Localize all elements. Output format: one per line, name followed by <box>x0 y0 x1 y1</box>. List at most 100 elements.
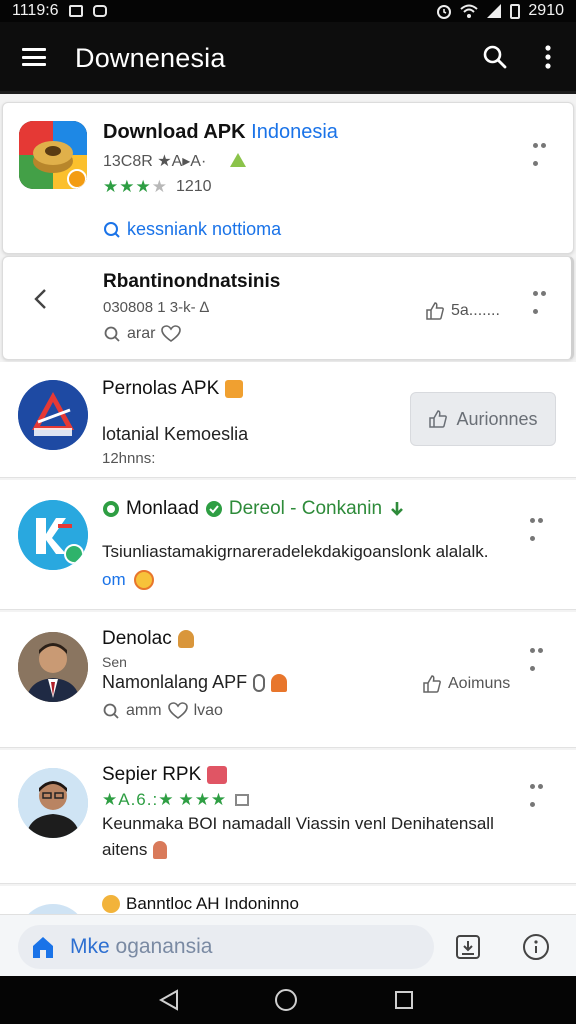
app-title: Downenesia <box>75 43 226 73</box>
thumbs-up-icon <box>426 302 444 320</box>
user-photo <box>18 768 88 838</box>
post-body-tail-text: aitens <box>102 840 148 859</box>
post-title-text: Monlaad <box>126 498 199 519</box>
hamburger-menu-icon[interactable] <box>22 48 46 66</box>
app-notification-icon <box>92 5 107 17</box>
post-meta: Sen <box>102 654 127 670</box>
heart-icon[interactable] <box>167 702 188 720</box>
downloads-icon[interactable] <box>454 933 482 961</box>
like-action[interactable]: Aoimuns <box>422 674 510 694</box>
like-action[interactable]: 5a....... <box>425 301 500 321</box>
post-meta: 12hnns: <box>102 450 156 467</box>
action-label: amm <box>126 702 162 719</box>
more-options-icon[interactable] <box>530 640 552 671</box>
post-body-tail: om <box>102 570 154 590</box>
status-bar: 1119:6 2910 <box>0 0 576 22</box>
app-logo-graphic <box>18 500 88 570</box>
search-icon <box>103 703 119 719</box>
image-icon <box>235 794 250 806</box>
home-icon[interactable] <box>30 934 56 960</box>
info-icon[interactable] <box>521 932 551 962</box>
post-title: Denolac <box>102 628 194 650</box>
post-body: Tsiunliastamakigrnareradelekdakigoanslon… <box>102 542 489 561</box>
like-count: Aoimuns <box>448 675 511 692</box>
thumbs-up-icon <box>429 410 448 428</box>
overflow-menu-icon[interactable] <box>544 45 552 69</box>
pernolas-app-avatar <box>18 380 88 450</box>
search-pill-text: Mke oganansia <box>70 935 212 959</box>
post-body-tail-text: om <box>102 570 126 589</box>
rating-count: 1210 <box>175 178 212 195</box>
post-title-text: Banntloc AH Indoninno <box>126 894 299 913</box>
action-label: arar <box>127 325 156 342</box>
post-title: Monlaad Dereol - Conkanin <box>102 498 406 520</box>
search-icon[interactable] <box>482 44 508 70</box>
post-title: Pernolas APK <box>102 378 244 400</box>
post-link[interactable]: kessniank nottioma <box>103 219 281 240</box>
more-options-icon[interactable] <box>533 283 555 314</box>
wifi-icon <box>460 4 479 18</box>
post-card-banntloc[interactable]: Banntloc AH Indoninno <box>0 886 576 914</box>
post-title-accent: Indonesia <box>251 121 338 143</box>
feed: Download APK Indonesia 13C8R ★A▸A· ★★★★ … <box>0 94 576 914</box>
recents-icon[interactable] <box>394 990 414 1010</box>
user-avatar <box>18 768 88 838</box>
user-photo <box>18 632 88 702</box>
post-title-text: Denolac <box>102 628 172 649</box>
post-title: Rbantinondnatsinis <box>103 271 281 292</box>
more-options-icon[interactable] <box>530 776 552 807</box>
search-link-icon <box>104 221 120 238</box>
follow-button-label: Aurionnes <box>456 408 538 429</box>
app-bar: Downenesia <box>0 22 576 94</box>
back-icon[interactable] <box>158 989 180 1011</box>
post-rating: ★A.6.:★ ★★★ <box>102 790 250 810</box>
emoji-icon <box>102 895 120 913</box>
comment-action[interactable]: amm lvao <box>102 702 223 720</box>
post-title-text: Sepier RPK <box>102 764 202 785</box>
post-card-monlaad[interactable]: Monlaad Dereol - Conkanin Tsiunliastamak… <box>0 480 576 610</box>
home-button-icon[interactable] <box>274 988 298 1012</box>
post-card-denolac[interactable]: Denolac Sen Namonlalang APF amm lvao Aoi… <box>0 612 576 748</box>
rating-stars: ★★★ <box>178 790 228 809</box>
post-card-rbantinondnatsinis[interactable]: Rbantinondnatsinis 030808 1 3-k- ∆ arar … <box>2 256 574 360</box>
emoji-icon <box>253 673 266 692</box>
post-body: Keunmaka BOI namadall Viassin venl Denih… <box>102 814 494 833</box>
status-time-right: 2910 <box>528 2 564 19</box>
download-arrow-icon[interactable] <box>388 500 406 518</box>
thumbs-up-icon <box>423 675 441 693</box>
post-title: Sepier RPK <box>102 764 228 786</box>
follow-button[interactable]: Aurionnes <box>410 392 556 446</box>
comment-action[interactable]: arar <box>103 325 182 343</box>
user-avatar <box>18 904 88 914</box>
bottom-bar: Mke oganansia <box>0 914 576 976</box>
verified-icon <box>205 501 222 517</box>
system-navigation-bar <box>0 976 576 1024</box>
download-apk-app-icon <box>19 121 87 189</box>
alarm-icon <box>437 5 452 19</box>
post-card-sepier-rpk[interactable]: Sepier RPK ★A.6.:★ ★★★ Keunmaka BOI nama… <box>0 750 576 884</box>
post-title: Banntloc AH Indoninno <box>102 894 299 914</box>
post-card-pernolas-apk[interactable]: Pernolas APK lotanial Kemoeslia 12hnns: … <box>0 362 576 478</box>
search-pill-rest: oganansia <box>109 935 213 958</box>
search-pill[interactable]: Mke oganansia <box>18 925 434 969</box>
more-options-icon[interactable] <box>530 510 552 541</box>
post-body-text: Namonlalang APF <box>102 672 248 692</box>
post-card-download-apk[interactable]: Download APK Indonesia 13C8R ★A▸A· ★★★★ … <box>2 102 574 254</box>
search-pill-main: Mke <box>70 935 110 958</box>
monlaad-app-avatar <box>18 500 88 570</box>
rating-stars: ★★★★ <box>103 177 168 196</box>
post-title-main: Download APK <box>103 121 246 143</box>
post-link-text[interactable]: kessniank nottioma <box>127 219 281 240</box>
post-meta: 13C8R ★A▸A· <box>103 153 207 170</box>
battery-icon <box>510 3 521 19</box>
status-time-left: 1119:6 <box>12 2 59 19</box>
person-emoji-icon <box>153 841 168 859</box>
post-body: lotanial Kemoeslia <box>102 424 249 444</box>
heart-icon[interactable] <box>161 325 182 343</box>
chevron-left-icon[interactable] <box>33 288 47 310</box>
post-title-accent: Dereol - Conkanin <box>228 498 383 519</box>
like-count: 5a....... <box>451 302 500 319</box>
post-meta: 030808 1 3-k- ∆ <box>103 299 209 316</box>
post-title-text: Pernolas APK <box>102 378 220 399</box>
more-options-icon[interactable] <box>533 135 555 166</box>
